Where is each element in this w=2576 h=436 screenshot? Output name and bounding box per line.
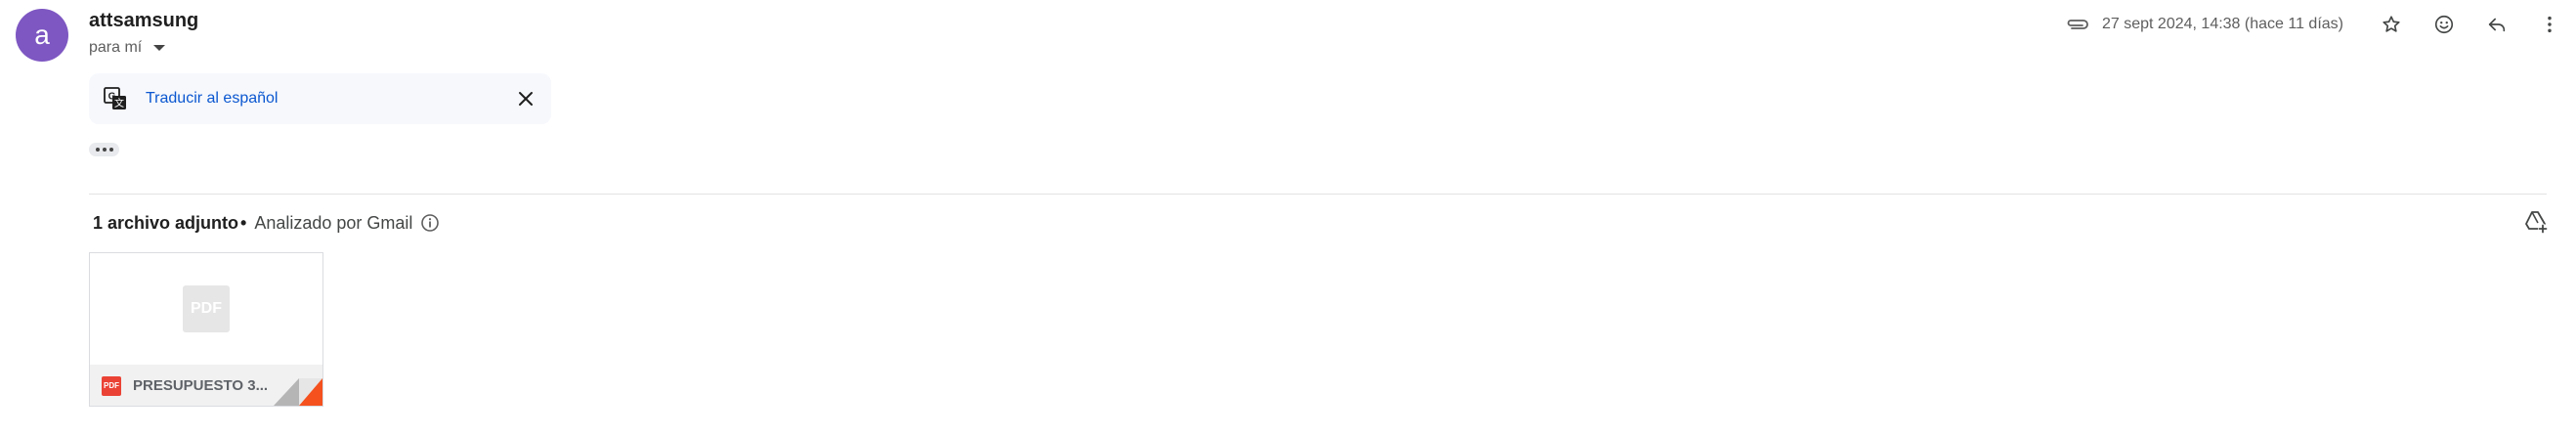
more-options-button[interactable]	[2523, 5, 2576, 44]
recipient-label: para mí	[89, 39, 143, 56]
reply-icon	[2488, 18, 2506, 32]
chevron-down-icon	[153, 45, 166, 51]
separator-dot: •	[240, 212, 247, 233]
attachment-preview: PDF	[90, 253, 322, 365]
ellipsis-dot	[102, 148, 107, 152]
more-vert-icon	[2548, 16, 2552, 33]
message-date: 27 sept 2024, 14:38 (hace 11 días)	[2102, 16, 2343, 32]
attachment-count: 1 archivo adjunto	[93, 212, 239, 233]
ellipsis-dot	[108, 148, 113, 152]
recipient-details-toggle[interactable]: para mí	[89, 39, 166, 57]
email-message: a attsamsung para mí 27 sept 2024, 14:38…	[0, 0, 2576, 436]
add-to-drive-icon	[2525, 211, 2548, 234]
attachments-header: 1 archivo adjunto • Analizado por Gmail	[93, 211, 440, 235]
translate-link[interactable]: Traducir al español	[146, 90, 278, 108]
sender-avatar[interactable]: a	[16, 9, 68, 62]
add-reaction-button[interactable]	[2418, 5, 2470, 44]
svg-text:文: 文	[114, 97, 124, 109]
paperclip-icon	[2065, 18, 2090, 31]
add-to-drive-button[interactable]	[2521, 207, 2551, 237]
scanned-by-gmail-label: Analizado por Gmail	[254, 212, 413, 233]
star-button[interactable]	[2365, 5, 2418, 44]
page-fold-icon	[274, 378, 322, 406]
translate-banner: G 文 Traducir al español	[89, 73, 551, 124]
reply-button[interactable]	[2470, 5, 2523, 44]
pdf-icon: PDF	[102, 375, 121, 396]
attachment-filename: PRESUPUESTO 3...	[133, 377, 269, 394]
message-header-actions: 27 sept 2024, 14:38 (hace 11 días)	[2065, 10, 2576, 39]
ellipsis-dot	[95, 148, 100, 152]
show-trimmed-content-button[interactable]	[89, 143, 119, 156]
sender-name[interactable]: attsamsung	[89, 10, 198, 32]
close-icon[interactable]	[514, 87, 537, 110]
info-icon[interactable]	[420, 213, 440, 233]
attachments-divider	[89, 194, 2547, 195]
attachment-card[interactable]: PDF PDF PRESUPUESTO 3...	[89, 252, 323, 407]
pdf-placeholder-icon: PDF	[183, 285, 230, 332]
emoji-icon	[2434, 15, 2454, 34]
star-icon	[2383, 16, 2400, 32]
translate-icon: G 文	[103, 86, 128, 111]
